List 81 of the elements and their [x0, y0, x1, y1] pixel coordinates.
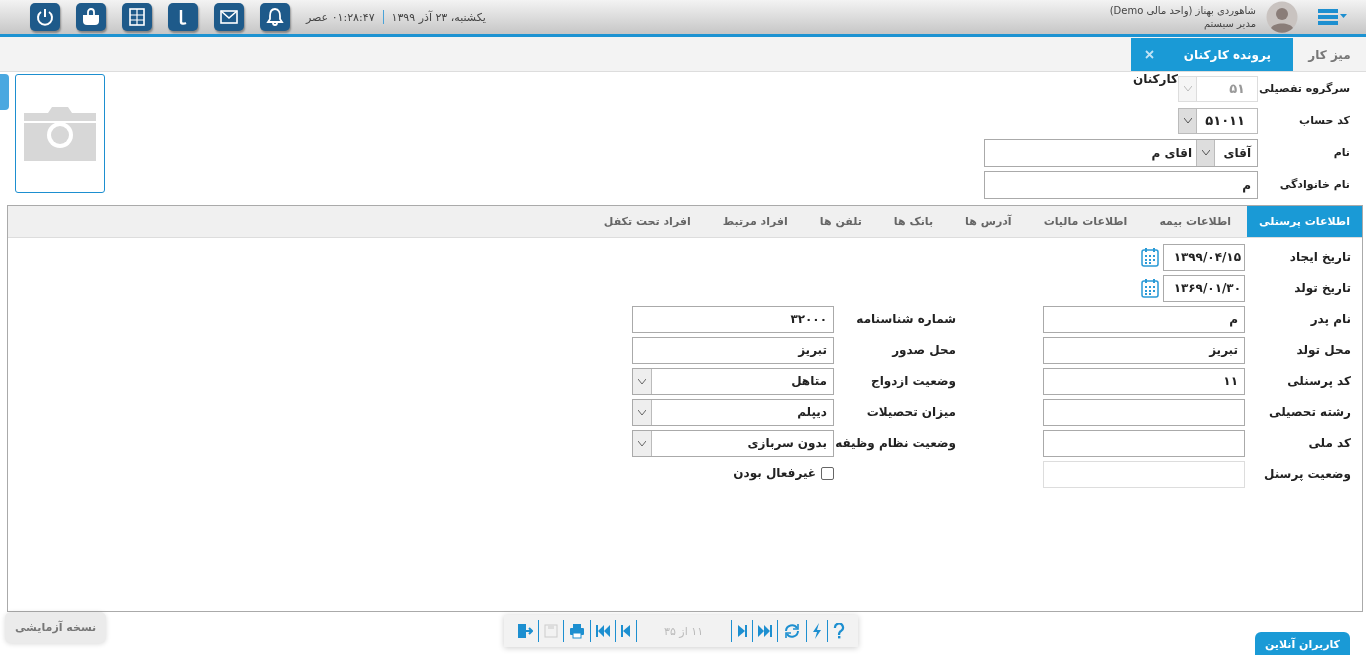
save-icon: [543, 624, 558, 638]
time-text: ۰۱:۲۸:۴۷ عصر: [306, 10, 375, 24]
lightning-icon: [811, 623, 822, 639]
text-field[interactable]: ۱۱: [1043, 367, 1245, 395]
account-code-combo[interactable]: ۵۱۰۱۱: [1178, 107, 1258, 134]
date-field[interactable]: ۱۳۹۹/۰۴/۱۵: [1163, 243, 1245, 271]
select-field[interactable]: متاهل: [632, 367, 834, 395]
detail-tab[interactable]: اطلاعات مالیات: [1027, 206, 1144, 237]
text-field[interactable]: [1043, 398, 1245, 426]
mail-button[interactable]: [214, 3, 244, 31]
chevron-down-icon: [1183, 86, 1192, 91]
detail-tab[interactable]: افراد تحت تکفل: [587, 206, 707, 237]
chevron-down-icon: [638, 378, 646, 384]
calendar-icon[interactable]: [1141, 247, 1159, 267]
info-button[interactable]: [168, 3, 198, 31]
side-panel-handle[interactable]: [0, 74, 9, 110]
detail-tab[interactable]: آدرس ها: [949, 206, 1028, 237]
field-label: نام خانوادگی: [1278, 178, 1351, 191]
field-label: رشته تحصیلی: [1268, 405, 1352, 419]
page-tab[interactable]: میز کار: [1293, 38, 1366, 71]
field-label: تاریخ ایجاد: [1288, 250, 1352, 264]
menu-icon[interactable]: [1318, 8, 1348, 26]
field-label: کد ملی: [1307, 436, 1352, 450]
field-label: وضعیت ازدواج: [870, 374, 956, 388]
chevron-down-icon: [638, 440, 646, 446]
text-field[interactable]: تبریز: [632, 336, 834, 364]
previous-icon: [620, 625, 631, 637]
detail-tab[interactable]: بانک ها: [877, 206, 950, 237]
field-label: شماره شناسنامه: [855, 312, 956, 326]
detail-tab[interactable]: تلفن ها: [803, 206, 878, 237]
power-icon: [35, 7, 55, 27]
group-name: کارکنان: [1132, 72, 1178, 86]
power-button[interactable]: [30, 3, 60, 31]
user-role: مدیر سیستم: [1202, 17, 1256, 30]
field-label: وضعیت پرسنل: [1263, 467, 1352, 481]
lock-button[interactable]: [76, 3, 106, 31]
help-icon: [832, 623, 845, 639]
select-field[interactable]: بدون سربازی: [632, 429, 834, 457]
field-label: محل صدور: [890, 343, 956, 357]
photo-frame[interactable]: [15, 74, 105, 193]
last-icon: [757, 625, 772, 637]
field-label: سرگروه تفصیلی: [1258, 82, 1351, 95]
field-label: نام: [1332, 146, 1351, 159]
field-label: کد حساب: [1298, 114, 1351, 127]
field-label: میزان تحصیلات: [865, 405, 956, 419]
title-select[interactable]: آقای: [1215, 139, 1257, 166]
calendar-icon[interactable]: [1141, 278, 1159, 298]
date-text: یکشنبه، ۲۳ آذر ۱۳۹۹: [391, 10, 486, 24]
lock-icon: [80, 7, 102, 27]
detail-tab[interactable]: اطلاعات بیمه: [1143, 206, 1248, 237]
text-field[interactable]: تبریز: [1043, 336, 1245, 364]
text-field[interactable]: م: [984, 170, 1258, 199]
first-icon: [595, 625, 610, 637]
calculator-icon: [127, 7, 147, 27]
avatar-icon: [1266, 1, 1298, 33]
name-field[interactable]: آقای اقای م: [984, 138, 1258, 167]
notifications-button[interactable]: [260, 3, 290, 31]
field-label: وضعیت نظام وظیفه: [834, 436, 956, 450]
field-label: محل تولد: [1295, 343, 1352, 357]
date-field[interactable]: ۱۳۶۹/۰۱/۳۰: [1163, 274, 1245, 302]
envelope-icon: [219, 7, 239, 27]
next-icon: [736, 625, 747, 637]
detail-tab[interactable]: افراد مرتبط: [706, 206, 804, 237]
chevron-down-icon: [1201, 150, 1210, 155]
text-field[interactable]: [1043, 429, 1245, 457]
chevron-down-icon: [638, 409, 646, 415]
text-field[interactable]: ۳۲۰۰۰: [632, 305, 834, 333]
field-label: کد پرسنلی: [1286, 374, 1352, 388]
bell-icon: [265, 7, 285, 27]
refresh-icon: [782, 622, 801, 640]
chevron-down-icon: [1183, 118, 1192, 123]
close-icon[interactable]: [1144, 50, 1154, 59]
user-name: شاهوردی بهناز (واحد مالی Demo): [1109, 4, 1256, 17]
printer-icon: [568, 623, 585, 639]
exit-icon: [516, 623, 533, 639]
text-field[interactable]: م: [1043, 305, 1245, 333]
calculator-button[interactable]: [122, 3, 152, 31]
field-label: نام پدر: [1309, 312, 1352, 326]
field-label: تاریخ تولد: [1293, 281, 1352, 295]
trial-version-badge: نسخه آزمایشی: [5, 612, 107, 643]
select-field[interactable]: دیپلم: [632, 398, 834, 426]
